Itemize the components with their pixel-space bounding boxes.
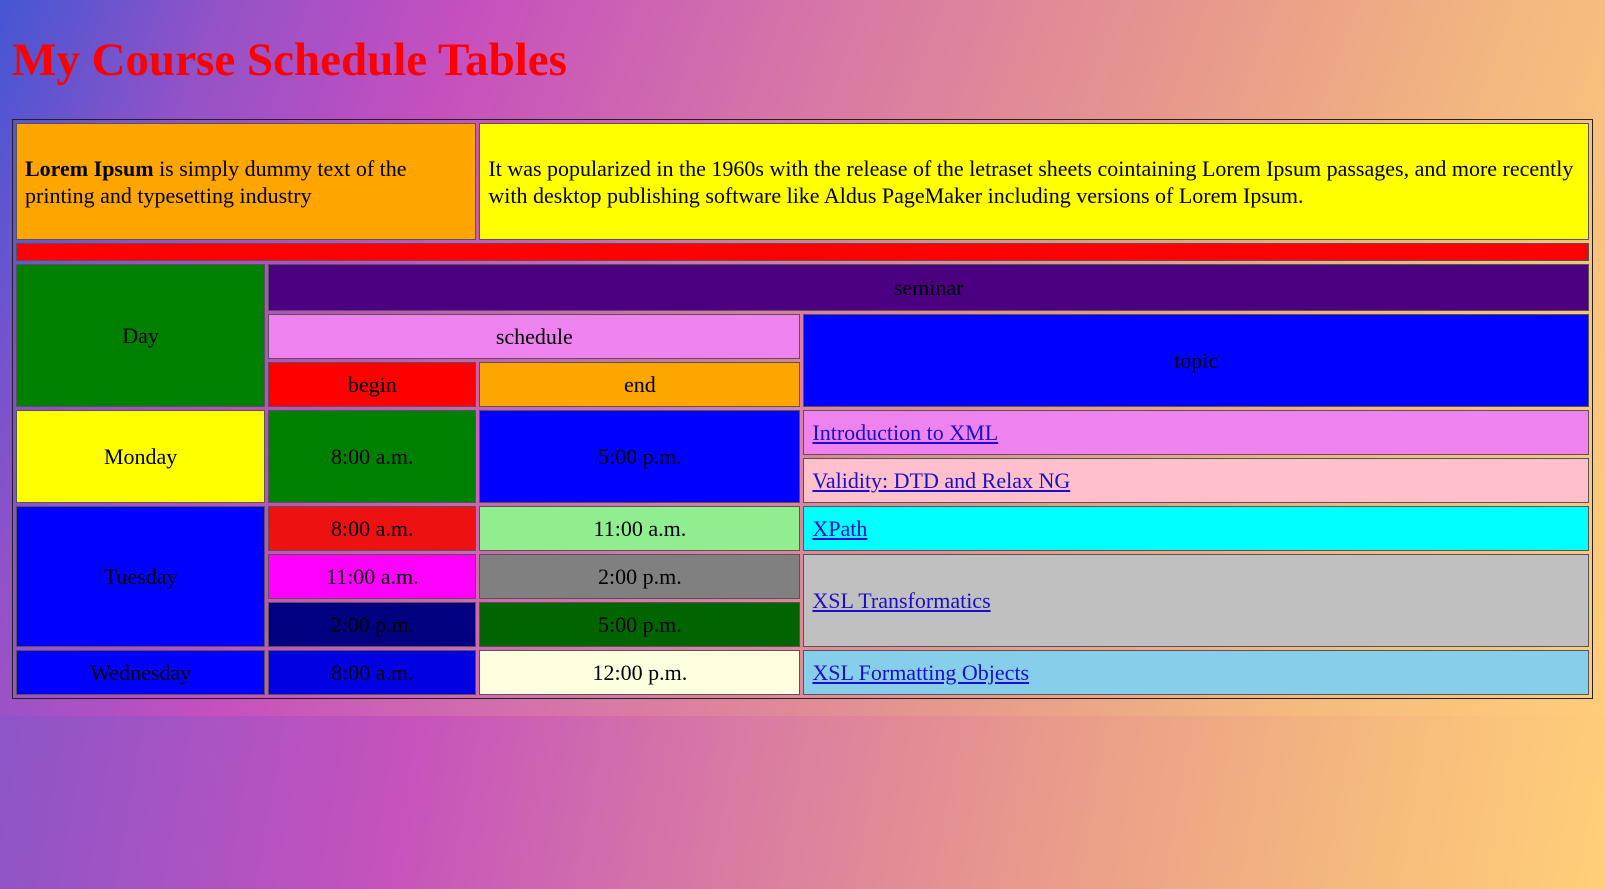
topic-link-validity[interactable]: Validity: DTD and Relax NG [812,468,1070,493]
end-cell: 11:00 a.m. [479,506,801,551]
topic-link-xsl-transformatics[interactable]: XSL Transformatics [812,588,990,613]
topic-link-xpath[interactable]: XPath [812,516,867,541]
end-cell: 2:00 p.m. [479,554,801,599]
end-cell: 5:00 p.m. [479,410,801,503]
page-title: My Course Schedule Tables [12,34,567,86]
topic-cell: XPath [803,506,1589,551]
topic-link-xsl-fo[interactable]: XSL Formatting Objects [812,660,1029,685]
intro-history-cell: It was popularized in the 1960s with the… [479,123,1589,240]
course-schedule-table: Lorem Ipsum is simply dummy text of the … [12,119,1593,699]
day-cell-monday: Monday [16,410,266,503]
page-content: My Course Schedule Tables Lorem Ipsum is… [0,0,1605,716]
intro-lead-cell: Lorem Ipsum is simply dummy text of the … [16,123,477,240]
begin-cell: 8:00 a.m. [268,650,477,695]
day-cell-tuesday: Tuesday [16,506,266,647]
topic-cell: XSL Formatting Objects [803,650,1589,695]
begin-cell: 8:00 a.m. [268,410,477,503]
intro-lead-bold: Lorem Ipsum [25,155,154,181]
red-divider-row [16,243,1589,261]
topic-link-intro-xml[interactable]: Introduction to XML [812,420,998,445]
table-row: Monday 8:00 a.m. 5:00 p.m. Introduction … [16,410,1589,503]
day-header: Day [16,264,266,407]
topic-header: topic [803,314,1589,407]
begin-cell: 11:00 a.m. [268,554,477,599]
schedule-header: schedule [268,314,801,359]
header-row-1: Day seminar [16,264,1589,407]
end-cell: 12:00 p.m. [479,650,801,695]
begin-cell: 2:00 p.m. [268,602,477,647]
intro-row: Lorem Ipsum is simply dummy text of the … [16,123,1589,240]
topic-cell: Validity: DTD and Relax NG [803,458,1589,503]
end-header: end [479,362,801,407]
begin-header: begin [268,362,477,407]
table-row: Tuesday 8:00 a.m. 11:00 a.m. XPath [16,506,1589,647]
page-background [0,716,1605,889]
topic-cell: XSL Transformatics [803,554,1589,647]
table-row: Wednesday 8:00 a.m. 12:00 p.m. XSL Forma… [16,650,1589,695]
day-cell-wednesday: Wednesday [16,650,266,695]
red-divider [16,243,1589,261]
seminar-header: seminar [268,264,1589,311]
topic-cell: Introduction to XML [803,410,1589,455]
end-cell: 5:00 p.m. [479,602,801,647]
begin-cell: 8:00 a.m. [268,506,477,551]
